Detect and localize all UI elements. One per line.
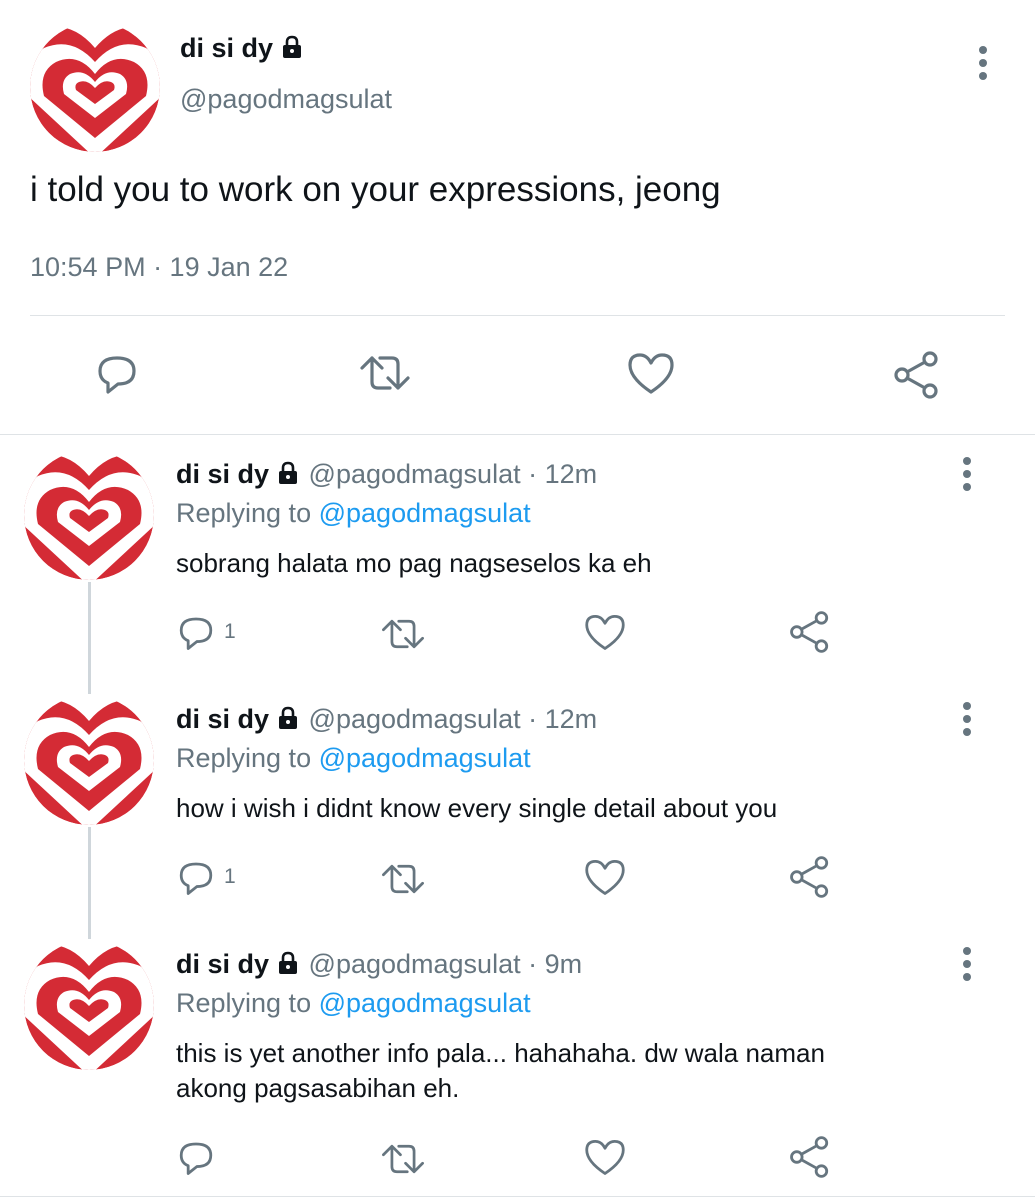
- separator: ·: [528, 704, 538, 734]
- like-icon[interactable]: [626, 350, 676, 396]
- replying-to: Replying to @pagodmagsulat: [176, 498, 531, 529]
- separator: ·: [528, 949, 538, 979]
- user-handle[interactable]: @pagodmagsulat: [180, 84, 392, 115]
- divider: [30, 315, 1005, 316]
- reply-icon[interactable]: [176, 857, 216, 897]
- replying-to: Replying to @pagodmagsulat: [176, 743, 531, 774]
- thread-line: [88, 827, 91, 939]
- reply-text-line2: akong pagsasabihan eh.: [176, 1073, 460, 1103]
- display-name[interactable]: di si dy: [180, 33, 273, 63]
- reply-count: 1: [224, 865, 236, 888]
- more-icon[interactable]: [956, 700, 978, 740]
- reply-icon[interactable]: [94, 350, 140, 396]
- reply-icon[interactable]: [176, 1137, 216, 1177]
- display-name[interactable]: di si dy: [176, 949, 269, 979]
- retweet-icon[interactable]: [358, 350, 412, 396]
- display-name[interactable]: di si dy: [176, 459, 269, 489]
- tweet-timestamp[interactable]: 10:54 PM · 19 Jan 22: [30, 252, 288, 283]
- display-name[interactable]: di si dy: [176, 704, 269, 734]
- mention-link[interactable]: @pagodmagsulat: [319, 988, 531, 1018]
- retweet-icon[interactable]: [380, 859, 426, 899]
- like-icon[interactable]: [583, 857, 627, 897]
- avatar[interactable]: [24, 450, 154, 580]
- retweet-icon[interactable]: [380, 1139, 426, 1179]
- mention-link[interactable]: @pagodmagsulat: [319, 498, 531, 528]
- replying-to: Replying to @pagodmagsulat: [176, 988, 531, 1019]
- reply-time[interactable]: 9m: [545, 949, 583, 979]
- mention-link[interactable]: @pagodmagsulat: [319, 743, 531, 773]
- tweet-text: i told you to work on your expressions, …: [30, 170, 721, 209]
- more-icon[interactable]: [972, 44, 994, 84]
- user-handle[interactable]: @pagodmagsulat: [309, 949, 521, 979]
- more-icon[interactable]: [956, 945, 978, 985]
- like-icon[interactable]: [583, 612, 627, 652]
- reply-text: sobrang halata mo pag nagseselos ka eh: [176, 548, 652, 578]
- share-icon[interactable]: [788, 855, 832, 899]
- replying-prefix: Replying to: [176, 743, 312, 773]
- thread-line: [88, 582, 91, 694]
- divider: [0, 1196, 1035, 1197]
- lock-icon: [275, 461, 301, 492]
- reply-time[interactable]: 12m: [545, 704, 598, 734]
- avatar[interactable]: [24, 695, 154, 825]
- reply-icon[interactable]: [176, 612, 216, 652]
- lock-icon: [279, 35, 305, 66]
- lock-icon: [275, 951, 301, 982]
- like-icon[interactable]: [583, 1137, 627, 1177]
- reply-time[interactable]: 12m: [545, 459, 598, 489]
- avatar[interactable]: [30, 22, 160, 152]
- reply-header: di si dy @pagodmagsulat · 12m: [176, 459, 597, 492]
- retweet-icon[interactable]: [380, 614, 426, 654]
- share-icon[interactable]: [788, 1135, 832, 1179]
- user-handle[interactable]: @pagodmagsulat: [309, 704, 521, 734]
- more-icon[interactable]: [956, 455, 978, 495]
- reply-header: di si dy @pagodmagsulat · 9m: [176, 949, 582, 982]
- reply-header: di si dy @pagodmagsulat · 12m: [176, 704, 597, 737]
- avatar[interactable]: [24, 940, 154, 1070]
- lock-icon: [275, 706, 301, 737]
- share-icon[interactable]: [788, 610, 832, 654]
- replying-prefix: Replying to: [176, 498, 312, 528]
- share-icon[interactable]: [892, 350, 942, 400]
- reply-count: 1: [224, 620, 236, 643]
- divider: [0, 434, 1035, 435]
- reply-text: this is yet another info pala... hahahah…: [176, 1038, 825, 1068]
- reply-text: how i wish i didnt know every single det…: [176, 793, 778, 823]
- replying-prefix: Replying to: [176, 988, 312, 1018]
- user-handle[interactable]: @pagodmagsulat: [309, 459, 521, 489]
- separator: ·: [528, 459, 538, 489]
